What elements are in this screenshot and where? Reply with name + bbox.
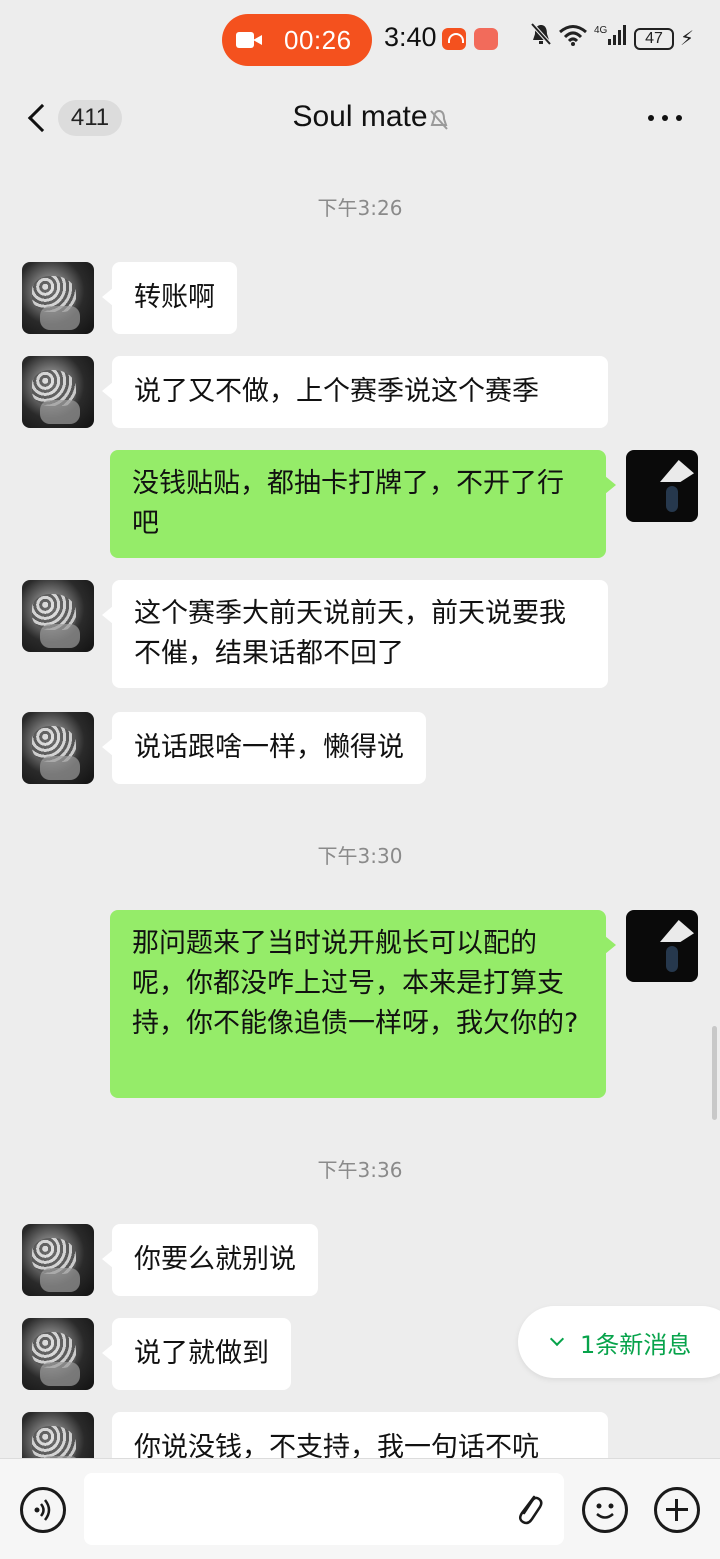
incoming-message[interactable]: 你要么就别说 (102, 1224, 318, 1296)
muted-bell-icon (430, 109, 448, 130)
app-notification-icon (474, 28, 498, 50)
voice-input-button[interactable] (20, 1487, 66, 1533)
record-time: 00:26 (284, 24, 352, 55)
status-clock: 3:40 (384, 22, 437, 52)
incoming-message[interactable]: 说了又不做，上个赛季说这个赛季 (102, 356, 608, 428)
contact-avatar[interactable] (22, 356, 94, 428)
chat-input-bar (0, 1458, 720, 1559)
status-bar: 00:26 3:40 4G 47 ⚡ (0, 0, 720, 80)
message-timestamp: 下午3:26 (317, 196, 403, 220)
my-avatar[interactable] (626, 450, 698, 522)
more-actions-button[interactable] (654, 1487, 700, 1533)
app-notification-icon (442, 28, 466, 50)
outgoing-message[interactable]: 那问题来了当时说开舰长可以配的呢，你都没咋上过号，本来是打算支持，你不能像追债一… (110, 910, 616, 1098)
charging-bolt-icon: ⚡ (680, 26, 695, 50)
my-avatar[interactable] (626, 910, 698, 982)
paperclip-icon[interactable] (512, 1489, 546, 1529)
wifi-icon (559, 25, 587, 46)
chevron-down-icon (549, 1331, 565, 1347)
screen-record-indicator[interactable]: 00:26 (222, 14, 372, 66)
incoming-message[interactable]: 这个赛季大前天说前天，前天说要我不催，结果话都不回了 (102, 580, 608, 688)
svg-text:4G: 4G (594, 25, 608, 36)
incoming-message[interactable]: 说了就做到 (102, 1318, 291, 1390)
chat-title: Soul mate (292, 100, 428, 133)
mute-bell-icon (530, 22, 552, 46)
incoming-message[interactable]: 说话跟啥一样，懒得说 (102, 712, 426, 784)
smile-icon (596, 1503, 614, 1519)
message-timestamp: 下午3:30 (317, 844, 403, 868)
contact-avatar[interactable] (22, 580, 94, 652)
battery-icon: 47 (634, 28, 674, 50)
scrollbar[interactable] (712, 1026, 717, 1120)
new-message-banner[interactable]: 1条新消息 (518, 1306, 720, 1378)
contact-avatar[interactable] (22, 712, 94, 784)
contact-avatar[interactable] (22, 1318, 94, 1390)
new-message-label: 1条新消息 (580, 1330, 692, 1359)
more-options-button[interactable] (648, 106, 692, 130)
chat-header: 411 Soul mate (0, 80, 720, 156)
signal-icon: 4G (594, 25, 626, 45)
contact-avatar[interactable] (22, 1224, 94, 1296)
contact-avatar[interactable] (22, 262, 94, 334)
status-icons: 4G (530, 22, 628, 48)
emoji-button[interactable] (582, 1487, 628, 1533)
battery-level: 47 (645, 30, 663, 47)
video-camera-icon (236, 31, 262, 49)
incoming-message[interactable]: 转账啊 (102, 262, 237, 334)
voice-icon (34, 1499, 51, 1521)
message-input[interactable] (84, 1473, 564, 1545)
message-timestamp: 下午3:36 (317, 1158, 403, 1182)
outgoing-message[interactable]: 没钱贴贴，都抽卡打牌了，不开了行吧 (110, 450, 616, 558)
